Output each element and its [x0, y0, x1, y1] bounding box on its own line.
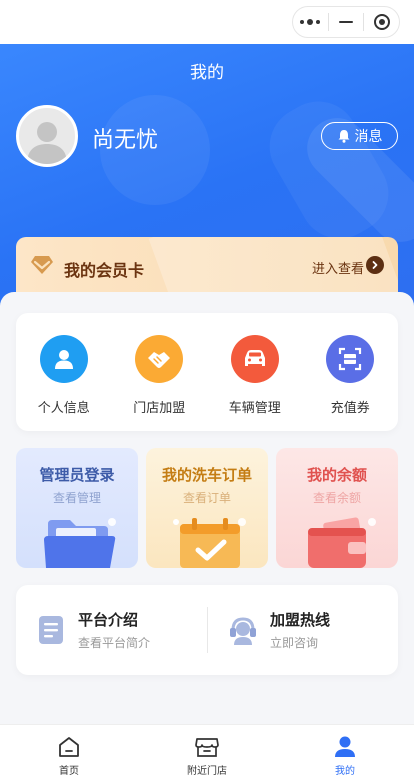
vip-card-banner[interactable]: 我的会员卡 进入查看 [16, 237, 398, 297]
info-title: 加盟热线 [270, 611, 331, 629]
page-title: 我的 [190, 63, 224, 83]
car-icon [230, 335, 279, 383]
message-button[interactable]: 消息 [321, 122, 398, 150]
quick-actions-card: 个人信息 门店加盟 车辆管理 充值券 [16, 313, 398, 431]
quick-action-store-franchise[interactable]: 门店加盟 [119, 335, 199, 431]
status-bar [0, 0, 414, 44]
info-subtitle: 立即咨询 [270, 636, 319, 650]
bell-icon [338, 130, 349, 143]
vip-enter-label[interactable]: 进入查看 [312, 258, 364, 277]
quick-action-vehicle-management[interactable]: 车辆管理 [215, 335, 295, 431]
quick-action-recharge-voucher[interactable]: 充值券 [310, 335, 390, 431]
tile-subtitle: 查看管理 [52, 491, 101, 505]
tab-label: 附近门店 [187, 766, 227, 777]
quick-action-label: 个人信息 [37, 401, 90, 416]
profile-icon [335, 736, 355, 757]
calendar-check-icon [173, 518, 246, 568]
more-button[interactable] [293, 7, 328, 37]
tile-title: 管理员登录 [39, 466, 115, 484]
quick-action-label: 车辆管理 [228, 401, 281, 416]
wallet-icon [308, 517, 376, 568]
miniprogram-capsule [292, 6, 400, 38]
scan-icon [326, 335, 375, 383]
tile-title: 我的余额 [306, 466, 367, 484]
quick-action-label: 充值券 [330, 401, 370, 416]
tab-mine[interactable]: 我的 [276, 725, 414, 780]
close-button[interactable] [364, 7, 399, 37]
divider [207, 607, 208, 653]
info-subtitle: 查看平台简介 [78, 636, 151, 650]
document-icon [39, 616, 63, 644]
tile-subtitle: 查看余额 [312, 491, 361, 505]
default-avatar-icon [27, 122, 67, 164]
vip-card-title: 我的会员卡 [64, 261, 145, 280]
chevron-right-icon[interactable] [366, 256, 384, 274]
more-icon [300, 19, 321, 25]
tab-label: 首页 [59, 766, 79, 777]
folder-icon [44, 518, 116, 568]
user-icon [39, 335, 88, 383]
quick-action-label: 门店加盟 [133, 401, 186, 416]
handshake-icon [135, 335, 184, 383]
info-title: 平台介绍 [78, 611, 139, 629]
tile-subtitle: 查看订单 [182, 491, 231, 505]
tab-home[interactable]: 首页 [0, 725, 138, 780]
headset-icon [230, 617, 256, 645]
minimize-icon [339, 21, 353, 23]
close-circle-icon [373, 14, 390, 30]
message-label: 消息 [354, 129, 383, 145]
tab-nearby-stores[interactable]: 附近门店 [138, 725, 276, 780]
franchise-hotline-entry[interactable]: 加盟热线 立即咨询 [228, 585, 330, 675]
store-icon [195, 738, 219, 757]
admin-login-tile[interactable]: 管理员登录 查看管理 [16, 448, 138, 568]
platform-intro-entry[interactable]: 平台介绍 查看平台简介 [36, 585, 150, 675]
diamond-icon [31, 256, 53, 274]
info-card: 平台介绍 查看平台简介 加盟热线 立即咨询 [16, 585, 398, 675]
avatar[interactable] [16, 105, 78, 167]
home-icon [59, 737, 79, 757]
quick-action-personal-info[interactable]: 个人信息 [24, 335, 104, 431]
tab-label: 我的 [335, 766, 355, 777]
minimize-button[interactable] [329, 7, 364, 37]
bottom-tab-bar: 首页 附近门店 我的 [0, 724, 414, 780]
tile-title: 我的洗车订单 [161, 466, 252, 484]
car-wash-orders-tile[interactable]: 我的洗车订单 查看订单 [146, 448, 268, 568]
username: 尚无忧 [92, 128, 159, 153]
my-balance-tile[interactable]: 我的余额 查看余额 [276, 448, 398, 568]
